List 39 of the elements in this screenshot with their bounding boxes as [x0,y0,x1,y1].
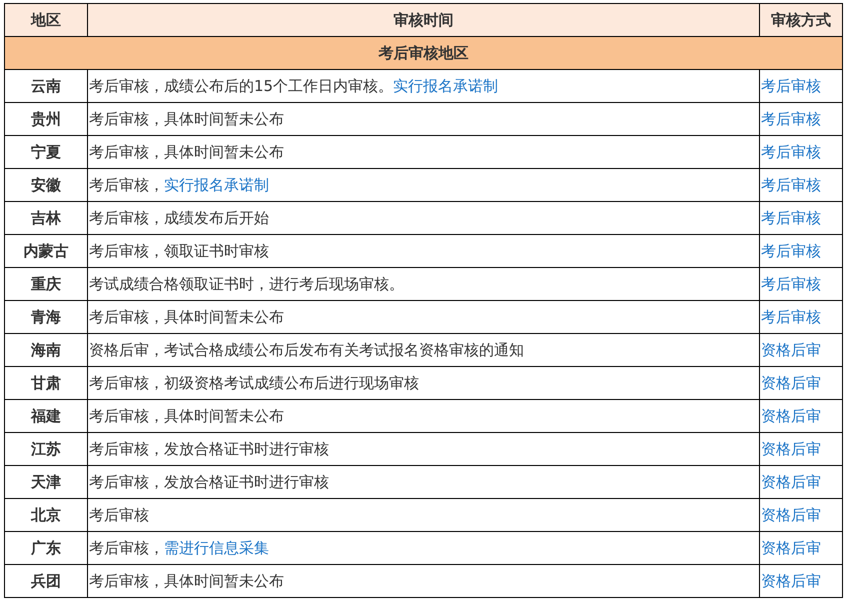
region-cell: 兵团 [4,564,88,598]
time-text: 考后审核，具体时间暂未公布 [89,110,284,128]
region-cell: 江苏 [4,432,88,466]
region-cell: 宁夏 [4,136,88,168]
time-link[interactable]: 实行报名承诺制 [164,176,269,194]
time-text: 考后审核 [89,506,149,524]
region-cell: 重庆 [4,268,88,300]
time-link[interactable]: 需进行信息采集 [164,538,269,556]
region-cell: 安徽 [4,168,88,202]
time-text: 考后审核，发放合格证书时进行审核 [89,472,329,490]
time-text: 考试成绩合格领取证书时，进行考后现场审核。 [89,274,404,292]
time-text: 考后审核，初级资格考试成绩公布后进行现场审核 [89,374,419,392]
time-text: 考后审核，具体时间暂未公布 [89,572,284,590]
region-cell: 贵州 [4,102,88,136]
region-cell: 海南 [4,334,88,366]
region-cell: 福建 [4,400,88,432]
column-header: 地区 [4,4,88,36]
time-text: 考后审核，成绩公布后的15个工作日内审核。 [89,76,394,94]
region-cell: 广东 [4,532,88,564]
time-text: 考后审核， [89,538,164,556]
time-text: 考后审核，具体时间暂未公布 [89,308,284,326]
time-link[interactable]: 实行报名承诺制 [393,76,498,94]
time-text: 考后审核，具体时间暂未公布 [89,142,284,160]
region-cell: 青海 [4,300,88,334]
time-text: 考后审核，领取证书时审核 [89,242,269,260]
column-header: 审核方式 [760,4,842,36]
time-text: 考后审核， [89,176,164,194]
column-header: 审核时间 [88,4,760,36]
region-cell: 内蒙古 [4,234,88,268]
time-text: 资格后审，考试合格成绩公布后发布有关考试报名资格审核的通知 [89,340,524,358]
region-cell: 天津 [4,466,88,498]
section-header: 考后审核地区 [4,36,842,70]
time-text: 考后审核，成绩发布后开始 [89,208,269,226]
region-cell: 北京 [4,498,88,532]
region-cell: 甘肃 [4,366,88,400]
time-text: 考后审核，具体时间暂未公布 [89,406,284,424]
time-text: 考后审核，发放合格证书时进行审核 [89,440,329,458]
region-cell: 吉林 [4,202,88,234]
region-cell: 云南 [4,70,88,102]
